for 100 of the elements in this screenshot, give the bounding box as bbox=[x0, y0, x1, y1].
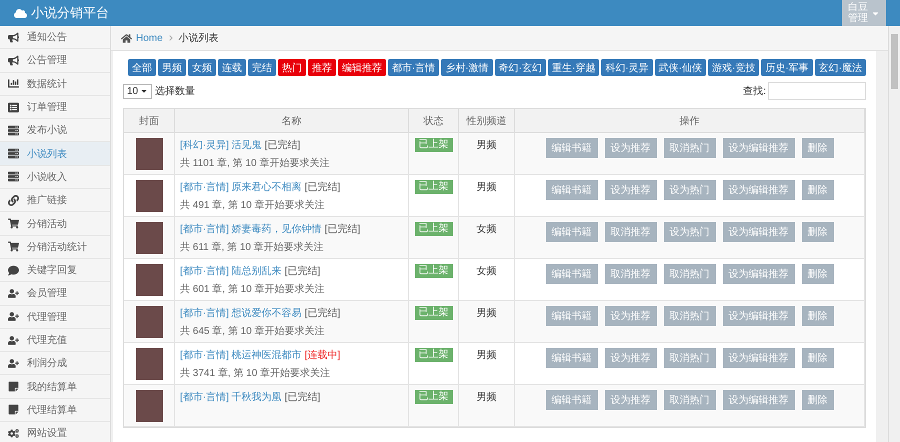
action-button[interactable]: 设为推荐 bbox=[604, 138, 656, 158]
action-button[interactable]: 编辑书籍 bbox=[546, 390, 598, 410]
filter-button[interactable]: 完结 bbox=[248, 59, 276, 76]
action-button[interactable]: 删除 bbox=[802, 348, 834, 368]
book-title-link[interactable]: [科幻·灵异] 活见鬼 bbox=[180, 138, 262, 152]
action-button[interactable]: 编辑书籍 bbox=[546, 306, 598, 326]
filter-button[interactable]: 奇幻·玄幻 bbox=[494, 59, 546, 76]
sidebar-item[interactable]: 数据统计 bbox=[0, 72, 110, 96]
action-button[interactable]: 取消热门 bbox=[664, 264, 716, 284]
sidebar-item[interactable]: 利润分成 bbox=[0, 352, 110, 376]
column-header: 状态 bbox=[409, 109, 459, 133]
photo-placeholder bbox=[136, 348, 162, 380]
action-button[interactable]: 删除 bbox=[802, 390, 834, 410]
sidebar-item[interactable]: 通知公告 bbox=[0, 26, 110, 50]
sidebar-item[interactable]: 会员管理 bbox=[0, 282, 110, 306]
column-header: 操作 bbox=[515, 109, 865, 133]
filter-button[interactable]: 推荐 bbox=[308, 59, 336, 76]
action-button[interactable]: 删除 bbox=[802, 264, 834, 284]
action-button[interactable]: 编辑书籍 bbox=[546, 138, 598, 158]
scrollbar[interactable] bbox=[888, 26, 900, 442]
sidebar-item[interactable]: 我的结算单 bbox=[0, 375, 110, 399]
action-button[interactable]: 删除 bbox=[802, 222, 834, 242]
filter-button[interactable]: 编辑推荐 bbox=[338, 59, 386, 76]
action-button[interactable]: 删除 bbox=[802, 306, 834, 326]
action-button[interactable]: 设为推荐 bbox=[604, 306, 656, 326]
speech-bubble-icon bbox=[8, 264, 19, 276]
action-button[interactable]: 设为热门 bbox=[664, 180, 716, 200]
megaphone-icon bbox=[8, 32, 19, 43]
filter-button[interactable]: 历史·军事 bbox=[761, 59, 813, 76]
cart-icon bbox=[8, 218, 19, 230]
book-title-link[interactable]: [都市·言情] 原来君心不相离 bbox=[180, 180, 302, 194]
filter-button[interactable]: 重生·穿越 bbox=[548, 59, 600, 76]
filter-button[interactable]: 女频 bbox=[188, 59, 216, 76]
action-button[interactable]: 编辑书籍 bbox=[546, 348, 598, 368]
sidebar-item[interactable]: 代理结算单 bbox=[0, 398, 110, 422]
action-button[interactable]: 取消热门 bbox=[664, 306, 716, 326]
column-header: 性别频道 bbox=[459, 109, 515, 133]
user-menu[interactable]: 白豆 管理 bbox=[842, 0, 886, 26]
action-button[interactable]: 编辑书籍 bbox=[546, 222, 598, 242]
sidebar-item[interactable]: 关键字回复 bbox=[0, 258, 110, 282]
filter-button[interactable]: 连载 bbox=[218, 59, 246, 76]
filter-button[interactable]: 男频 bbox=[158, 59, 186, 76]
action-button[interactable]: 取消推荐 bbox=[604, 222, 656, 242]
sidebar-item[interactable]: 代理管理 bbox=[0, 306, 110, 329]
sidebar-item[interactable]: 代理充值 bbox=[0, 328, 110, 352]
chapter-info: 共 611 章, 第 10 章开始要求关注 bbox=[180, 240, 325, 254]
action-button[interactable]: 编辑书籍 bbox=[546, 180, 598, 200]
channel-text: 男频 bbox=[476, 138, 496, 153]
page-size-select[interactable]: 10 bbox=[123, 84, 152, 98]
filter-button[interactable]: 游戏·竞技 bbox=[708, 59, 760, 76]
action-button[interactable]: 取消推荐 bbox=[604, 264, 656, 284]
action-button[interactable]: 设为推荐 bbox=[604, 180, 656, 200]
shelf-badge: 已上架 bbox=[414, 138, 452, 152]
book-title-link[interactable]: [都市·言情] 想说爱你不容易 bbox=[180, 306, 302, 320]
user-plus-icon bbox=[8, 358, 19, 369]
home-link[interactable]: Home bbox=[121, 32, 163, 44]
action-button[interactable]: 取消热门 bbox=[664, 390, 716, 410]
book-title-link[interactable]: [都市·言情] 娇妻毒药，见你钟情 bbox=[180, 222, 322, 236]
action-button[interactable]: 设为编辑推荐 bbox=[722, 348, 794, 368]
filter-button[interactable]: 全部 bbox=[128, 59, 156, 76]
action-button[interactable]: 取消热门 bbox=[664, 348, 716, 368]
sidebar-item[interactable]: 分销活动 bbox=[0, 212, 110, 236]
action-button[interactable]: 设为编辑推荐 bbox=[722, 180, 794, 200]
action-button[interactable]: 设为推荐 bbox=[604, 390, 656, 410]
note-icon bbox=[8, 381, 19, 392]
book-title-link[interactable]: [都市·言情] 桃运神医混都市 bbox=[180, 348, 302, 362]
book-title-link[interactable]: [都市·言情] 千秋我为凰 bbox=[180, 390, 282, 404]
action-button[interactable]: 设为编辑推荐 bbox=[722, 390, 794, 410]
photo-placeholder bbox=[136, 138, 162, 170]
sidebar-item[interactable]: 推广链接 bbox=[0, 189, 110, 212]
photo-placeholder bbox=[136, 264, 162, 296]
book-title-link[interactable]: [都市·言情] 陆总别乱来 bbox=[180, 264, 282, 278]
settings-icon bbox=[8, 428, 19, 439]
action-button[interactable]: 删除 bbox=[802, 180, 834, 200]
action-button[interactable]: 设为编辑推荐 bbox=[722, 306, 794, 326]
filter-button[interactable]: 乡村·激情 bbox=[441, 59, 493, 76]
action-button[interactable]: 取消热门 bbox=[664, 138, 716, 158]
filter-button[interactable]: 热门 bbox=[278, 59, 306, 76]
filter-button[interactable]: 武侠·仙侠 bbox=[654, 59, 706, 76]
bar-chart-icon bbox=[8, 78, 19, 90]
sidebar-item[interactable]: 分销活动统计 bbox=[0, 236, 110, 259]
book-status: [已完结] bbox=[304, 180, 340, 194]
action-button[interactable]: 设为推荐 bbox=[604, 348, 656, 368]
action-button[interactable]: 编辑书籍 bbox=[546, 264, 598, 284]
sidebar-item[interactable]: 订单管理 bbox=[0, 96, 110, 120]
action-button[interactable]: 设为编辑推荐 bbox=[722, 138, 794, 158]
action-button[interactable]: 删除 bbox=[802, 138, 834, 158]
action-button[interactable]: 设为编辑推荐 bbox=[722, 222, 794, 242]
action-button[interactable]: 设为编辑推荐 bbox=[722, 264, 794, 284]
sidebar-item[interactable]: 公告管理 bbox=[0, 49, 110, 73]
filter-button[interactable]: 玄幻·魔法 bbox=[814, 59, 866, 76]
caret-icon bbox=[140, 87, 148, 95]
action-button[interactable]: 设为热门 bbox=[664, 222, 716, 242]
filter-button[interactable]: 都市·言情 bbox=[388, 59, 440, 76]
filter-button[interactable]: 科幻·灵异 bbox=[601, 59, 653, 76]
sidebar-item[interactable]: 网站设置 bbox=[0, 422, 110, 442]
shelf-badge: 已上架 bbox=[414, 264, 452, 278]
search-field[interactable] bbox=[768, 82, 866, 100]
sidebar-item[interactable]: 小说列表 bbox=[0, 142, 110, 166]
sidebar-item[interactable]: 小说收入 bbox=[0, 166, 110, 190]
